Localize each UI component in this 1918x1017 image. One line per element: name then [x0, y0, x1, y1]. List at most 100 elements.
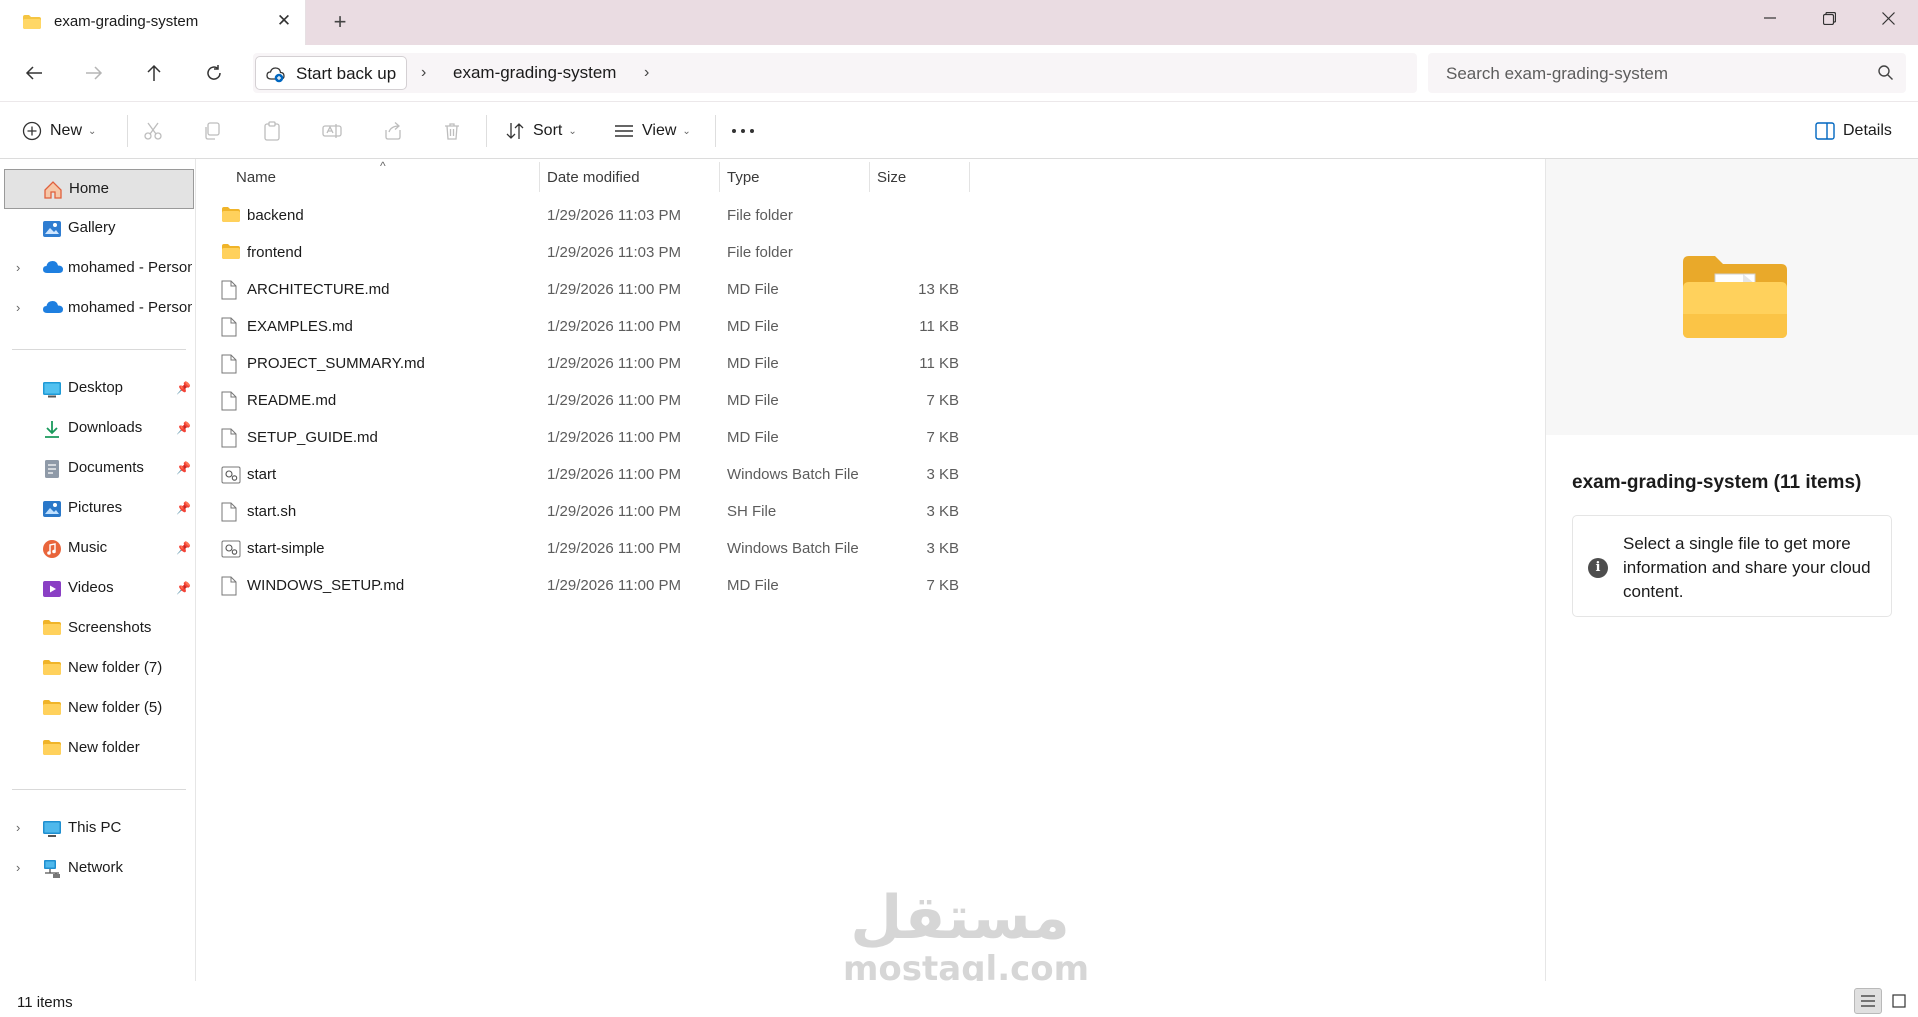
backup-chip[interactable]: Start back up [255, 56, 407, 90]
file-row[interactable]: start-simple 1/29/2026 11:00 PM Windows … [209, 531, 1167, 568]
search-icon [1877, 64, 1894, 85]
up-button[interactable] [137, 56, 171, 90]
refresh-button[interactable] [197, 56, 231, 90]
column-header-name[interactable]: Name [236, 169, 276, 186]
pin-icon[interactable]: 📌 [176, 421, 191, 435]
details-label: Details [1843, 122, 1892, 139]
file-row[interactable]: start 1/29/2026 11:00 PM Windows Batch F… [209, 457, 1167, 494]
column-divider[interactable] [719, 162, 720, 192]
chevron-right-icon[interactable]: › [421, 64, 426, 82]
column-divider[interactable] [969, 162, 970, 192]
sidebar-item-screenshots[interactable]: Screenshots [4, 609, 194, 649]
chevron-right-icon[interactable]: › [16, 300, 20, 315]
sidebar-item-music[interactable]: Music 📌 [4, 529, 194, 569]
back-button[interactable] [17, 56, 51, 90]
sidebar-item-onedrive[interactable]: › mohamed - Personal [4, 249, 194, 289]
rename-button[interactable] [320, 119, 344, 143]
file-row[interactable]: ARCHITECTURE.md 1/29/2026 11:00 PM MD Fi… [209, 272, 1167, 309]
details-view-button[interactable] [1854, 988, 1882, 1014]
sidebar-item-network[interactable]: › Network [4, 849, 194, 889]
sidebar-item-documents[interactable]: Documents 📌 [4, 449, 194, 489]
copy-button[interactable] [200, 119, 224, 143]
sidebar-item-new-folder-5[interactable]: New folder (5) [4, 689, 194, 729]
chevron-right-icon[interactable]: › [16, 820, 20, 835]
details-button[interactable]: Details [1815, 115, 1892, 147]
delete-button[interactable] [440, 119, 464, 143]
sidebar-item-label: Videos [68, 579, 114, 596]
sidebar-item-new-folder-7[interactable]: New folder (7) [4, 649, 194, 689]
file-row[interactable]: PROJECT_SUMMARY.md 1/29/2026 11:00 PM MD… [209, 346, 1167, 383]
pin-icon[interactable]: 📌 [176, 461, 191, 475]
column-divider[interactable] [539, 162, 540, 192]
restore-button[interactable] [1800, 0, 1858, 36]
sidebar-item-label: Screenshots [68, 619, 152, 636]
cut-button[interactable] [141, 119, 165, 143]
view-button[interactable]: View ⌄ [614, 115, 691, 147]
sort-button[interactable]: Sort ⌄ [505, 115, 577, 147]
sidebar-item-desktop[interactable]: Desktop 📌 [4, 369, 194, 409]
chevron-right-icon[interactable]: › [644, 64, 649, 82]
file-row[interactable]: EXAMPLES.md 1/29/2026 11:00 PM MD File 1… [209, 309, 1167, 346]
sidebar-item-home[interactable]: Home [4, 169, 194, 209]
command-bar: New ⌄ Sort ⌄ View ⌄ Details [0, 101, 1918, 159]
preview-area [1546, 159, 1918, 435]
pin-icon[interactable]: 📌 [176, 381, 191, 395]
minimize-button[interactable] [1741, 0, 1799, 36]
chevron-right-icon[interactable]: › [16, 260, 20, 275]
close-window-button[interactable] [1859, 0, 1917, 36]
address-bar[interactable]: Start back up › exam-grading-system › [253, 53, 1417, 93]
paste-button[interactable] [260, 119, 284, 143]
batch-file-icon [221, 539, 241, 559]
file-type: MD File [727, 392, 779, 409]
divider [12, 789, 186, 790]
file-row[interactable]: WINDOWS_SETUP.md 1/29/2026 11:00 PM MD F… [209, 568, 1167, 605]
forward-button[interactable] [77, 56, 111, 90]
new-label: New [50, 122, 83, 139]
file-row[interactable]: frontend 1/29/2026 11:03 PM File folder [209, 235, 1167, 272]
column-header-size[interactable]: Size [877, 169, 906, 186]
file-name: start.sh [247, 503, 297, 520]
sidebar-item-gallery[interactable]: Gallery [4, 209, 194, 249]
file-row[interactable]: backend 1/29/2026 11:03 PM File folder [209, 198, 1167, 235]
sidebar-item-new-folder[interactable]: New folder [4, 729, 194, 769]
column-header-date[interactable]: Date modified [547, 169, 640, 186]
tab-close-icon[interactable]: ✕ [274, 10, 294, 32]
file-name: frontend [247, 244, 303, 261]
pin-icon[interactable]: 📌 [176, 541, 191, 555]
new-tab-button[interactable]: + [328, 9, 352, 35]
folder-icon [22, 14, 42, 34]
file-name: start [247, 466, 277, 483]
cloud-backup-icon [266, 65, 286, 87]
sidebar-item-downloads[interactable]: Downloads 📌 [4, 409, 194, 449]
file-row[interactable]: SETUP_GUIDE.md 1/29/2026 11:00 PM MD Fil… [209, 420, 1167, 457]
file-date: 1/29/2026 11:00 PM [547, 429, 681, 446]
backup-label: Start back up [296, 64, 397, 83]
new-button[interactable]: New ⌄ [22, 115, 96, 147]
pictures-icon [42, 499, 62, 519]
file-row[interactable]: start.sh 1/29/2026 11:00 PM SH File 3 KB [209, 494, 1167, 531]
chevron-down-icon: ⌄ [88, 125, 97, 137]
column-header-type[interactable]: Type [727, 169, 760, 186]
breadcrumb-current[interactable]: exam-grading-system [453, 63, 616, 83]
file-type: SH File [727, 503, 777, 520]
sidebar-item-label: Music [68, 539, 108, 556]
column-divider[interactable] [869, 162, 870, 192]
item-count: 11 items [17, 994, 73, 1011]
sidebar-item-this-pc[interactable]: › This PC [4, 809, 194, 849]
file-icon [221, 502, 241, 522]
search-box[interactable]: Search exam-grading-system [1428, 53, 1906, 93]
sidebar-item-videos[interactable]: Videos 📌 [4, 569, 194, 609]
pin-icon[interactable]: 📌 [176, 501, 191, 515]
pin-icon[interactable]: 📌 [176, 581, 191, 595]
search-input[interactable]: Search exam-grading-system [1446, 64, 1668, 84]
more-options-button[interactable] [730, 115, 756, 147]
documents-icon [42, 459, 62, 479]
share-button[interactable] [381, 119, 405, 143]
sidebar-item-onedrive[interactable]: › mohamed - Personal [4, 289, 194, 329]
tiles-view-button[interactable] [1885, 988, 1913, 1014]
window-tab[interactable]: exam-grading-system ✕ [0, 0, 306, 45]
file-row[interactable]: README.md 1/29/2026 11:00 PM MD File 7 K… [209, 383, 1167, 420]
chevron-right-icon[interactable]: › [16, 860, 20, 875]
sidebar-item-pictures[interactable]: Pictures 📌 [4, 489, 194, 529]
info-icon: i [1588, 558, 1608, 578]
